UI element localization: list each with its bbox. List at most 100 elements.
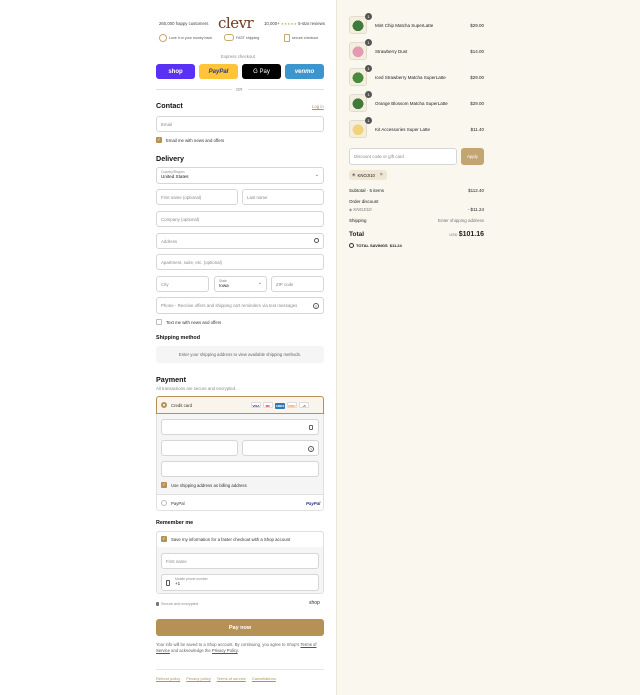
cart-item-name: Kit Accessories Super Latte [375, 127, 431, 132]
expiration-field[interactable] [161, 440, 238, 456]
delivery-heading: Delivery [156, 154, 184, 163]
reviews-label: 5-star reviews [298, 21, 325, 26]
cart-item-name: Strawberry Dust [375, 49, 408, 54]
apartment-field[interactable]: Apartment, suite, etc. (optional) [156, 254, 324, 270]
quantity-badge: 1 [365, 13, 372, 20]
apply-discount-button[interactable]: Apply [461, 148, 484, 165]
mobile-phone-field[interactable]: Mobile phone number +1 [161, 574, 319, 591]
mastercard-icon: MC [263, 402, 273, 408]
disclaimer-text-1: Your info will be saved to a Shop accoun… [156, 642, 300, 647]
text-offers-checkbox[interactable] [156, 319, 162, 325]
discount-code-field[interactable]: Discount code or gift card [349, 148, 457, 165]
card-brands: VISA MC AMEX DISC +5 [249, 402, 309, 409]
contact-heading: Contact [156, 101, 183, 110]
footer-links: Refund policy Privacy policy Terms of se… [156, 676, 276, 681]
cart-item-price: $11.40 [470, 127, 484, 132]
brand-logo[interactable]: clevr [218, 14, 254, 32]
more-cards-badge: +5 [299, 402, 309, 408]
total-savings: TOTAL SAVINGS $11.24 [349, 243, 402, 248]
payment-heading: Payment [156, 375, 186, 384]
security-code-field[interactable]: ? [242, 440, 319, 456]
shop-pay-button[interactable]: shop [156, 64, 195, 79]
terms-of-service-link[interactable]: Terms of service [217, 676, 246, 681]
savings-icon [349, 243, 354, 248]
city-field[interactable]: City [156, 276, 209, 292]
cart-item-price: $29.00 [470, 23, 484, 28]
cart-item-price: $14.00 [470, 49, 484, 54]
quantity-badge: 1 [365, 39, 372, 46]
venmo-button[interactable]: venmo [285, 64, 324, 79]
footer-divider [156, 669, 324, 670]
billing-same-checkbox[interactable]: ✓ [161, 482, 167, 488]
country-select[interactable]: Country/Region United States ⌄ [156, 167, 324, 184]
shipping-row: Shipping Enter shipping address [349, 218, 484, 223]
card-number-field[interactable] [161, 419, 319, 435]
help-icon[interactable]: ? [308, 446, 314, 452]
paypal-radio[interactable] [161, 500, 167, 506]
or-divider-text: OR [236, 87, 243, 92]
divider-right [248, 89, 324, 90]
phone-icon [166, 580, 170, 586]
quantity-badge: 1 [365, 117, 372, 124]
company-field[interactable]: Company (optional) [156, 211, 324, 227]
cart-item-price: $29.00 [470, 75, 484, 80]
order-discount-label: Order discount [349, 199, 379, 204]
amex-icon: AMEX [275, 403, 285, 409]
reviews-summary: 10,000+ ★★★★★ 5-star reviews [264, 21, 325, 26]
remove-discount-icon[interactable]: × [380, 172, 383, 178]
chevron-down-icon: ⌄ [314, 172, 319, 178]
shipping-method-message: Enter your shipping address to view avai… [156, 346, 324, 363]
product-image [350, 95, 366, 111]
money-back-icon [159, 34, 167, 42]
quantity-badge: 1 [365, 91, 372, 98]
cancellations-link[interactable]: Cancellations [252, 676, 276, 681]
shipping-label: Shipping [349, 218, 367, 223]
newsletter-label: Email me with news and offers [166, 138, 225, 143]
product-thumbnail [349, 68, 367, 86]
save-info-label: Save my information for a faster checkou… [171, 537, 291, 542]
happy-customers: 260,000 happy customers [159, 21, 209, 26]
fast-shipping-text: FAST shipping [236, 36, 260, 40]
help-icon[interactable]: ? [313, 303, 319, 309]
privacy-policy-link[interactable]: Privacy policy [186, 676, 210, 681]
discount-code-row: ◈ KNOJI10 - $11.24 [349, 207, 484, 212]
save-info-checkbox[interactable]: ✓ [161, 536, 167, 542]
pay-now-button[interactable]: Pay now [156, 619, 324, 636]
credit-card-radio[interactable] [161, 402, 167, 408]
shipping-icon [224, 34, 234, 41]
remember-me-heading: Remember me [156, 520, 194, 526]
zip-field[interactable]: ZIP code [271, 276, 324, 292]
google-pay-button[interactable]: G Pay [242, 64, 281, 79]
refund-policy-link[interactable]: Refund policy [156, 676, 180, 681]
express-checkout-label: Express checkout [221, 54, 255, 59]
total-label: Total [349, 231, 365, 238]
name-on-card-field[interactable] [161, 461, 319, 477]
shop-logo: shop [309, 600, 320, 606]
first-name-field[interactable]: First name (optional) [156, 189, 238, 205]
product-thumbnail [349, 120, 367, 138]
address-field[interactable]: Address [156, 233, 324, 249]
tag-icon: ◈ [352, 172, 356, 177]
shop-first-name-field[interactable]: First name [161, 553, 319, 569]
tag-icon: ◈ [349, 207, 353, 212]
phone-field[interactable]: Phone - Receive offers and shipping cart… [156, 297, 324, 314]
cart-item-name: Mint Chip Matcha SuperLatte [375, 23, 434, 28]
mobile-value: +1 [175, 581, 181, 586]
login-link[interactable]: Log in [312, 104, 324, 109]
total-value: $101.16 [458, 231, 484, 238]
newsletter-checkbox[interactable]: ✓ [156, 137, 162, 143]
paypal-label: PayPal [171, 501, 185, 506]
total-row: Total USD $101.16 [349, 231, 484, 238]
discount-amount: - $11.24 [467, 207, 484, 212]
country-value: United States [161, 174, 189, 179]
email-field[interactable]: Email [156, 116, 324, 132]
last-name-field[interactable]: Last name [242, 189, 324, 205]
state-select[interactable]: State Iowa ⌄ [214, 276, 267, 292]
search-icon [314, 238, 319, 243]
state-value: Iowa [219, 283, 229, 288]
secure-checkout-text: secure checkout [292, 36, 319, 40]
privacy-link[interactable]: Privacy Policy [212, 648, 238, 653]
product-image [350, 17, 366, 33]
shipping-method-heading: Shipping method [156, 335, 201, 341]
paypal-button[interactable]: PayPal [199, 64, 238, 79]
